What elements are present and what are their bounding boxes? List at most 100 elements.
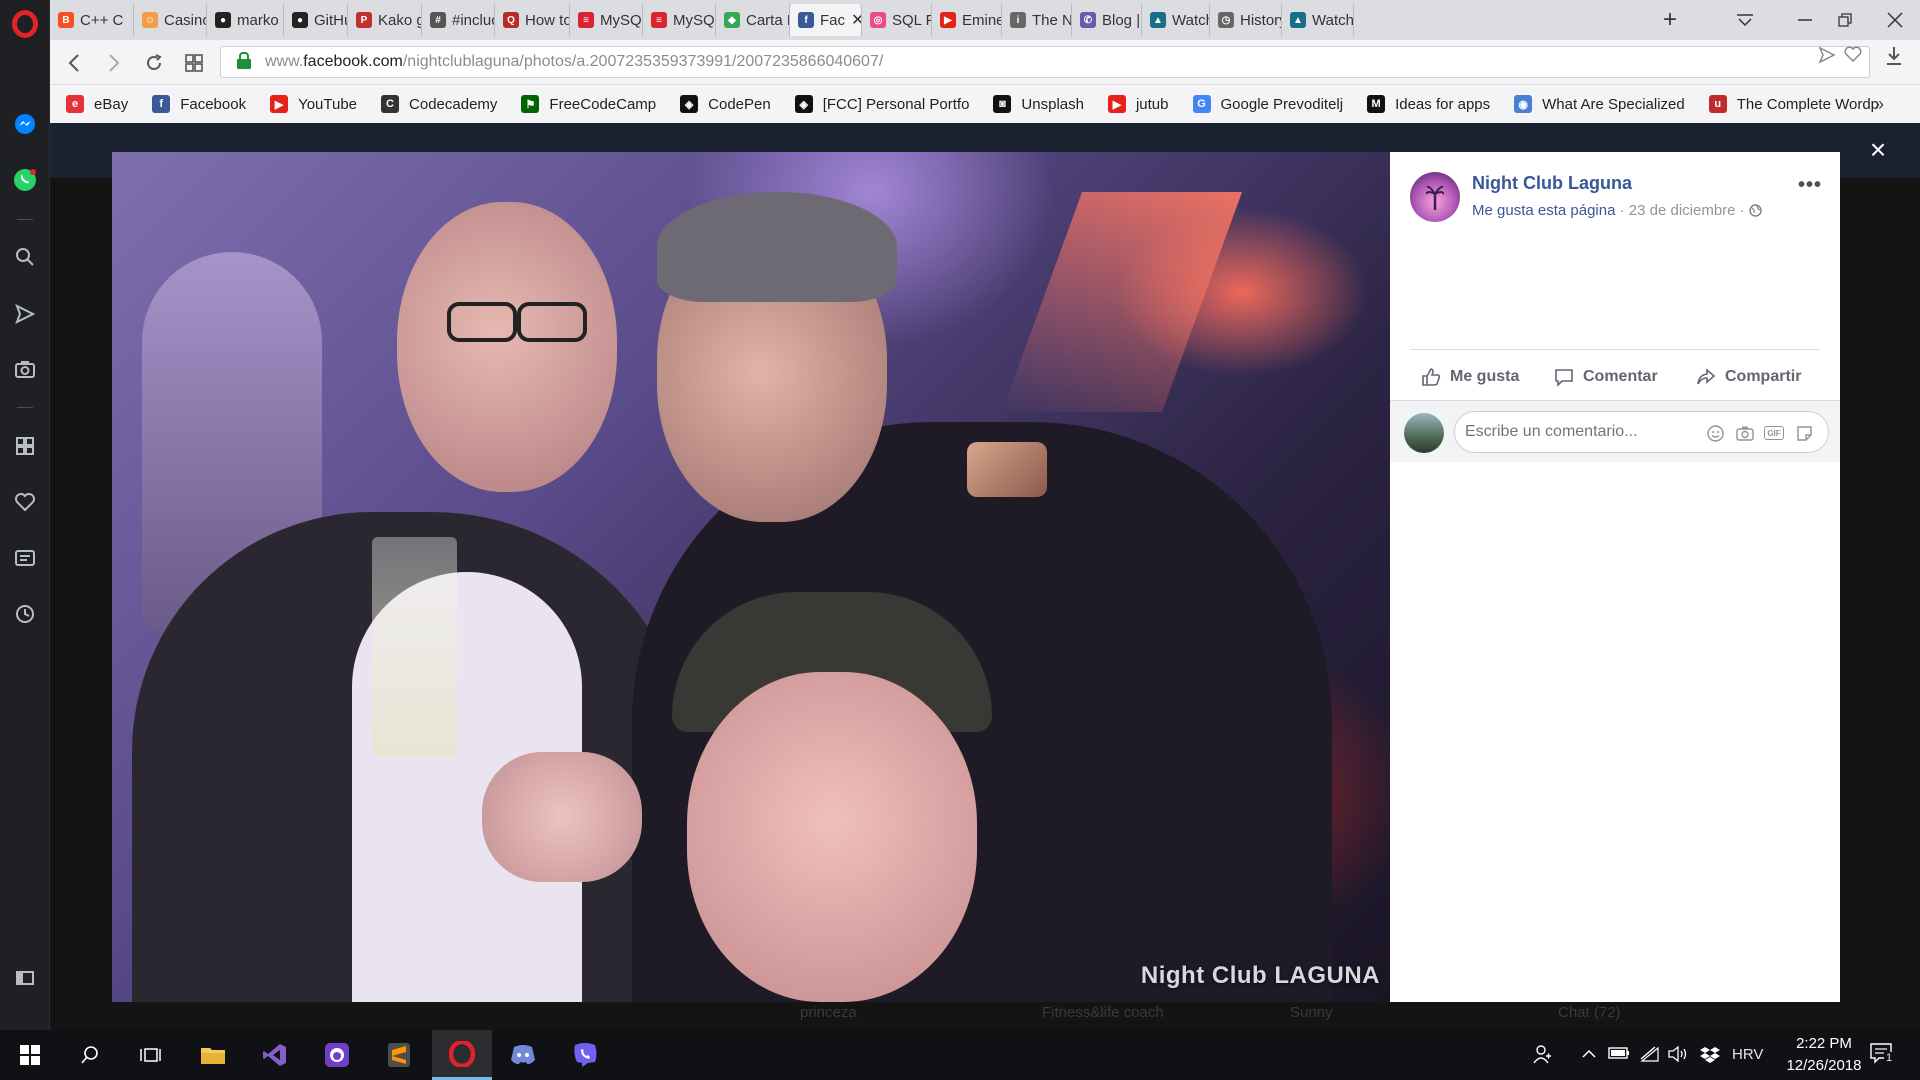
restore-icon[interactable] (1825, 6, 1865, 34)
tab-11[interactable]: f Fac ✕ (790, 4, 862, 36)
bookmark-2[interactable]: f Facebook (152, 95, 246, 113)
post-photo[interactable]: Night Club LAGUNA (112, 152, 1390, 1002)
history-icon[interactable] (13, 602, 37, 626)
send-icon[interactable] (13, 302, 37, 326)
close-tab-icon[interactable]: ✕ (851, 10, 861, 30)
opera-logo-icon[interactable] (12, 10, 38, 38)
tab-4[interactable]: ● GitHub (284, 4, 348, 36)
reload-button[interactable] (140, 49, 168, 77)
battery-icon[interactable] (1608, 1046, 1630, 1063)
share-button[interactable]: Compartir (1695, 364, 1801, 390)
speed-dial-button[interactable] (180, 49, 208, 77)
page-avatar[interactable] (1410, 172, 1460, 222)
bookmark-favicon-icon: f (152, 95, 171, 113)
tab-3[interactable]: ● marko (207, 4, 284, 36)
gif-icon[interactable]: GIF (1764, 426, 1784, 440)
opera-taskbar-icon[interactable] (432, 1030, 492, 1080)
bookmark-heart-icon[interactable] (1844, 46, 1862, 67)
page-name-link[interactable]: Night Club Laguna (1472, 173, 1632, 194)
tab-12[interactable]: ◎ SQL Fu (862, 4, 932, 36)
bookmark-6[interactable]: ◈ CodePen (680, 95, 771, 113)
viber-icon[interactable] (560, 1030, 610, 1080)
bookmark-3[interactable]: ▶ YouTube (270, 95, 357, 113)
sublime-text-icon[interactable] (374, 1030, 424, 1080)
tab-label: Blog | V (1102, 11, 1141, 29)
bookmark-8[interactable]: ◙ Unsplash (993, 95, 1084, 113)
bookmark-4[interactable]: C Codecademy (381, 95, 497, 113)
tab-13[interactable]: ▶ Eminer (932, 4, 1002, 36)
sidebar-divider (17, 407, 33, 408)
minimize-icon[interactable] (1785, 6, 1825, 34)
tab-2[interactable]: ☺ Casino (134, 4, 207, 36)
task-view-icon[interactable] (125, 1030, 175, 1080)
tab-6[interactable]: # #incluc (422, 4, 495, 36)
speed-dial-icon[interactable] (13, 434, 37, 458)
sticker-icon[interactable] (1794, 423, 1814, 443)
tab-favicon-icon: ◎ (870, 12, 886, 28)
close-photo-viewer-icon[interactable]: × (1864, 136, 1892, 166)
dropbox-icon[interactable] (1700, 1046, 1720, 1068)
notifications-icon[interactable]: 1 (1870, 1042, 1896, 1070)
clock-time[interactable]: 2:22 PM (1789, 1035, 1859, 1052)
bookmark-12[interactable]: ◉ What Are Specialized (1514, 95, 1685, 113)
emoji-icon[interactable] (1705, 423, 1725, 443)
windows-start-icon[interactable] (5, 1030, 55, 1080)
forward-button[interactable] (100, 49, 128, 77)
people-icon[interactable] (1533, 1044, 1553, 1068)
sidebar-toggle-icon[interactable] (13, 966, 37, 990)
language-indicator[interactable]: HRV (1732, 1046, 1763, 1063)
tab-16[interactable]: ▲ Watch (1142, 4, 1210, 36)
tab-1[interactable]: B C++ C (50, 4, 134, 36)
comment-button[interactable]: Comentar (1553, 364, 1658, 390)
search-icon[interactable] (65, 1030, 115, 1080)
tab-18[interactable]: ▲ Watch (1282, 4, 1354, 36)
bookmark-favicon-icon: e (66, 95, 84, 113)
camera-attach-icon[interactable] (1735, 423, 1755, 443)
file-explorer-icon[interactable] (188, 1030, 238, 1080)
heart-icon[interactable] (13, 490, 37, 514)
url-field[interactable]: www.facebook.com/nightclublaguna/photos/… (220, 46, 1870, 78)
photo-watermark: Night Club LAGUNA (1140, 962, 1380, 989)
send-page-icon[interactable] (1818, 46, 1836, 69)
wifi-icon[interactable] (1640, 1046, 1660, 1066)
back-button[interactable] (60, 49, 88, 77)
close-window-icon[interactable] (1875, 6, 1915, 34)
bookmark-favicon-icon: C (381, 95, 400, 113)
camera-icon[interactable] (13, 357, 37, 381)
discord-icon[interactable] (498, 1030, 548, 1080)
new-tab-button[interactable]: + (1650, 6, 1690, 34)
bookmark-1[interactable]: e eBay (66, 95, 128, 113)
bookmark-9[interactable]: ▶ jutub (1107, 95, 1169, 113)
tab-8[interactable]: ≡ MySQL (570, 4, 643, 36)
bookmarks-overflow-icon[interactable]: » (1874, 94, 1884, 115)
tab-10[interactable]: ◆ Carta N (716, 4, 790, 36)
github-desktop-icon[interactable] (312, 1030, 362, 1080)
tab-9[interactable]: ≡ MySQL (643, 4, 716, 36)
download-icon[interactable] (1886, 46, 1902, 71)
tab-7[interactable]: Q How to (495, 4, 570, 36)
tab-15[interactable]: ✆ Blog | V (1072, 4, 1142, 36)
tray-chevron-icon[interactable] (1582, 1046, 1596, 1063)
visual-studio-icon[interactable] (250, 1030, 300, 1080)
bookmark-13[interactable]: u The Complete Wordp (1708, 95, 1879, 113)
volume-icon[interactable] (1668, 1045, 1690, 1066)
bookmark-5[interactable]: ⚑ FreeCodeCamp (521, 95, 656, 113)
post-date[interactable]: 23 de diciembre (1629, 202, 1736, 219)
like-button[interactable]: Me gusta (1420, 364, 1519, 390)
whatsapp-icon[interactable] (13, 168, 37, 192)
news-icon[interactable] (13, 546, 37, 570)
tab-menu-icon[interactable] (1725, 6, 1765, 34)
bookmark-7[interactable]: ◈ [FCC] Personal Portfo (794, 95, 969, 113)
bookmark-10[interactable]: G Google Prevoditelj (1192, 95, 1343, 113)
search-icon[interactable] (13, 245, 37, 269)
tab-14[interactable]: i The Nc (1002, 4, 1072, 36)
tab-label: MySQL (673, 11, 715, 29)
tab-5[interactable]: P Kako g (348, 4, 422, 36)
tab-favicon-icon: ≡ (578, 12, 594, 28)
messenger-icon[interactable] (13, 112, 37, 136)
like-page-link[interactable]: Me gusta esta página (1472, 202, 1615, 219)
tab-17[interactable]: ◷ History (1210, 4, 1282, 36)
bookmark-11[interactable]: M Ideas for apps (1367, 95, 1490, 113)
more-options-button[interactable]: ••• (1798, 174, 1822, 197)
clock-date[interactable]: 12/26/2018 (1774, 1057, 1874, 1074)
